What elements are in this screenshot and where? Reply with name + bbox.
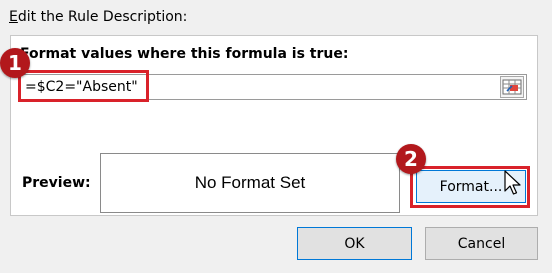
preview-box: No Format Set [100, 153, 400, 213]
range-select-button[interactable] [500, 76, 524, 98]
ok-button-label: OK [344, 235, 365, 252]
ok-button[interactable]: OK [297, 227, 412, 260]
step-2-badge: 2 [396, 144, 426, 174]
preview-text: No Format Set [194, 173, 306, 192]
section-title: Edit the Rule Description: [9, 9, 187, 25]
range-select-icon [502, 79, 522, 95]
mouse-cursor-icon [504, 170, 521, 195]
formula-label: Format values where this formula is true… [20, 46, 349, 62]
cancel-button-label: Cancel [457, 235, 506, 252]
preview-label: Preview: [22, 175, 91, 191]
formula-highlight [18, 70, 149, 102]
section-title-accel: E [9, 9, 18, 25]
cancel-button[interactable]: Cancel [425, 227, 538, 260]
step-1-badge: 1 [0, 48, 30, 78]
section-title-rest: dit the Rule Description: [17, 9, 188, 25]
